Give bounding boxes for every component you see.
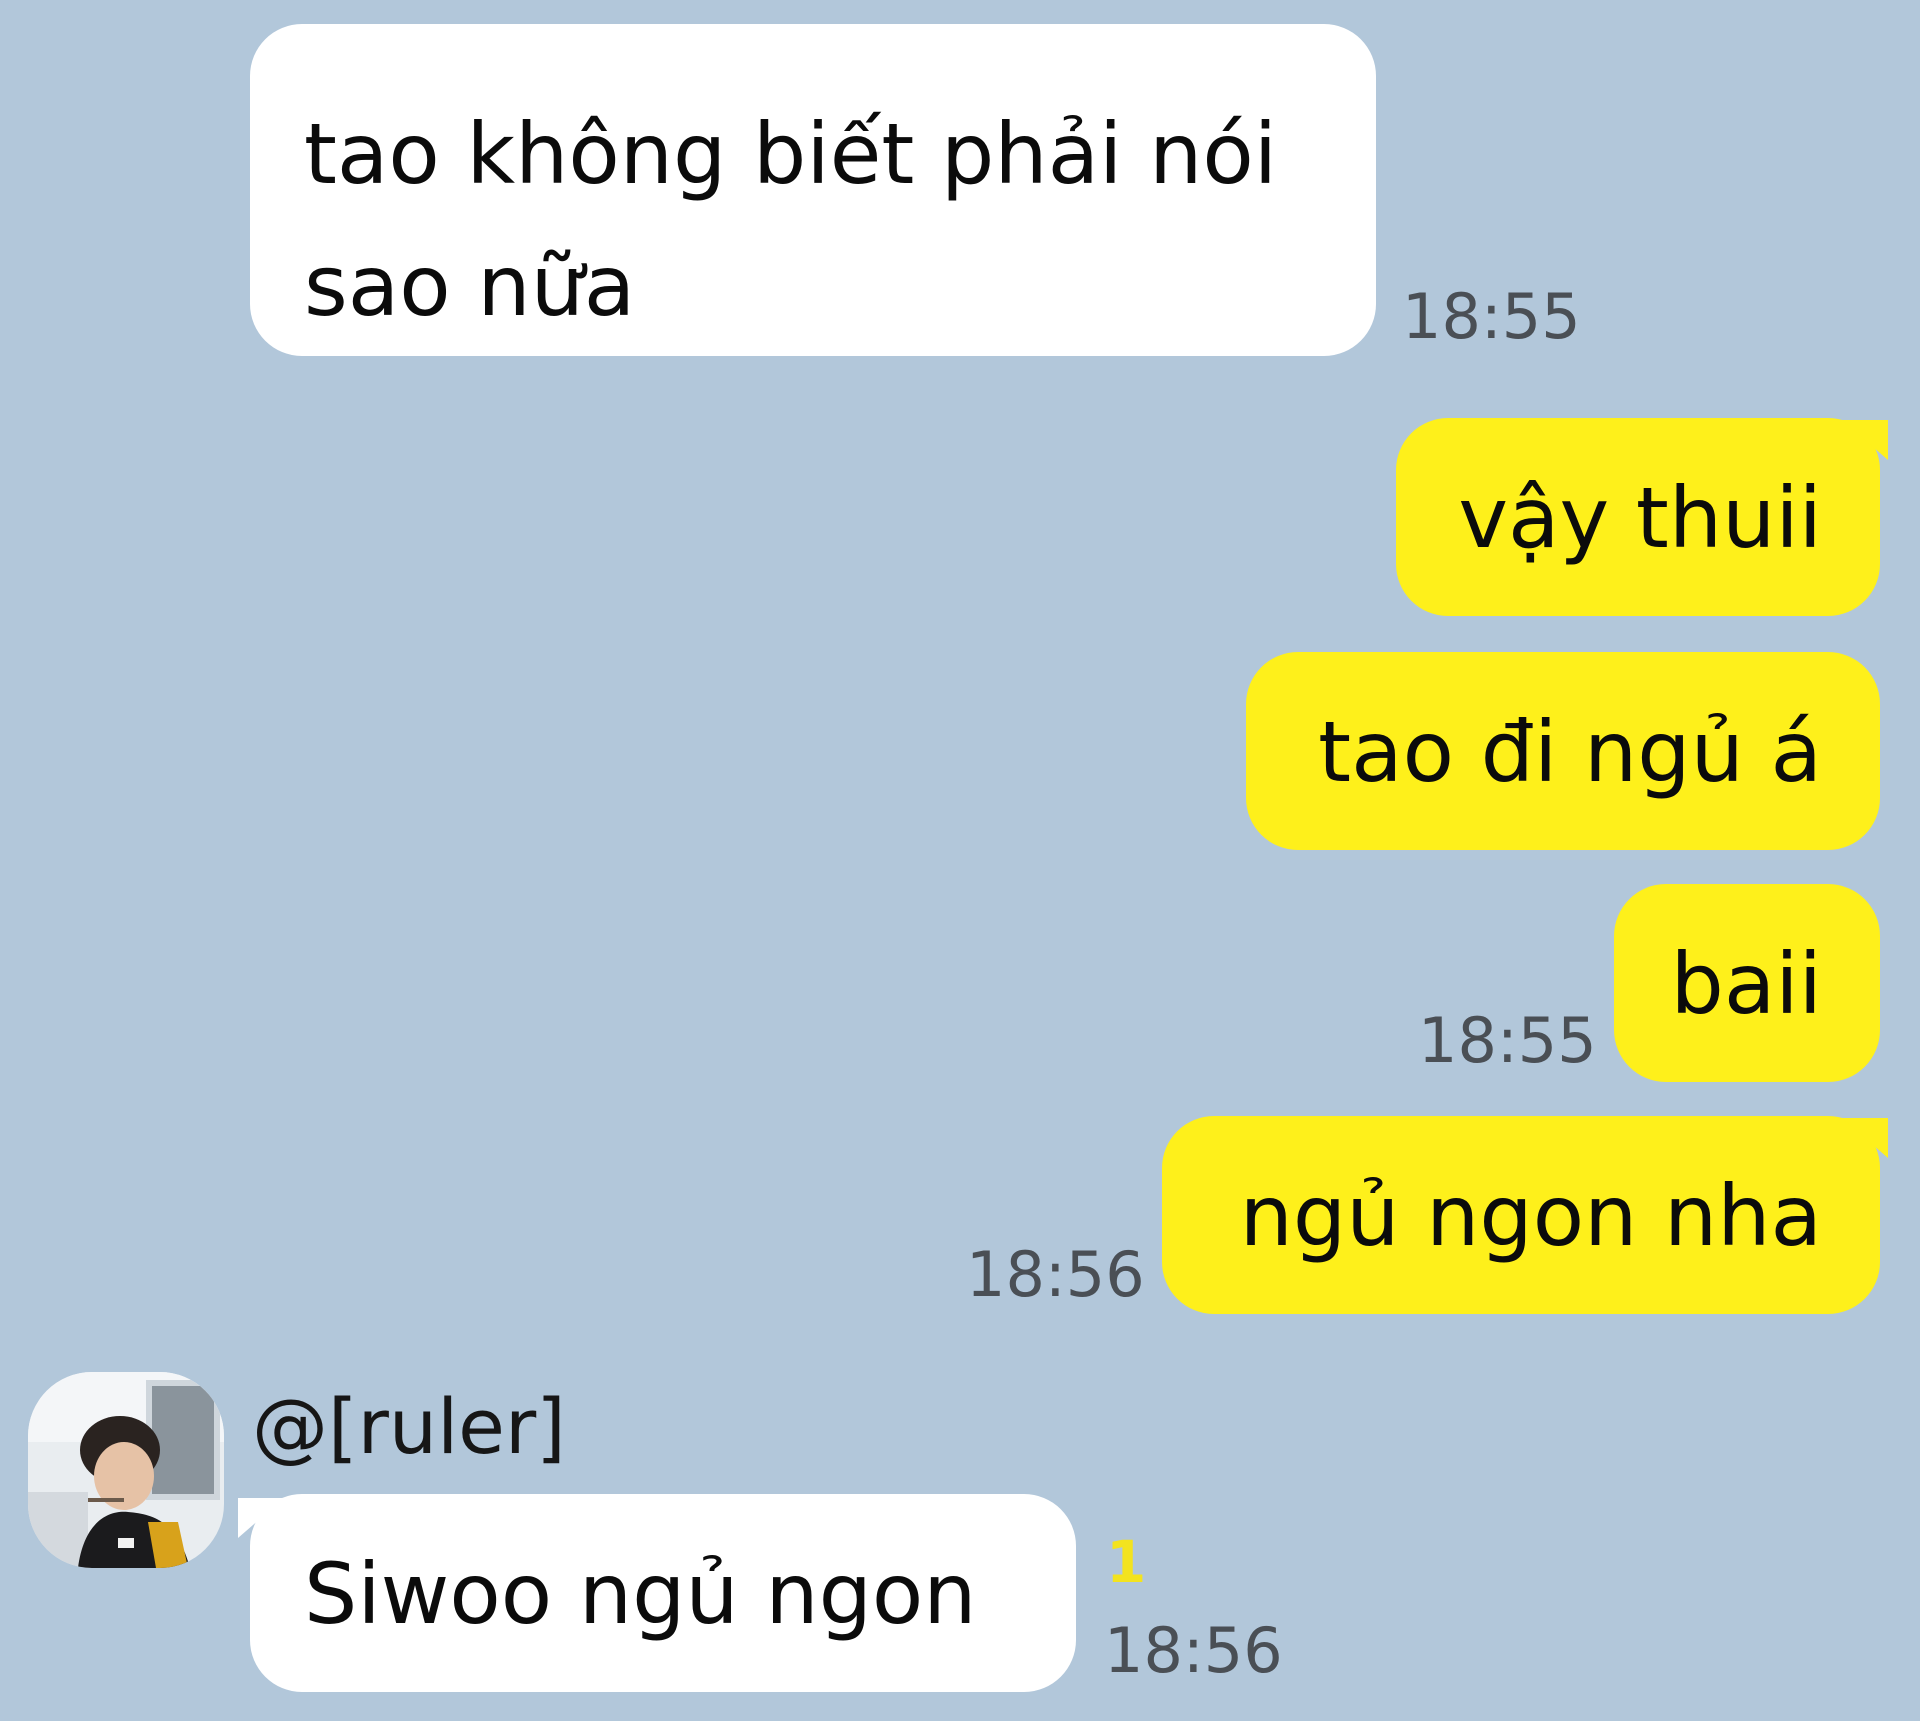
outgoing-message-bubble[interactable]: baii [1614, 884, 1880, 1082]
message-timestamp: 18:56 [1104, 1614, 1283, 1687]
message-text: vậy thuii [1458, 469, 1822, 567]
unread-count: 1 [1106, 1528, 1147, 1596]
message-text: baii [1670, 935, 1822, 1033]
outgoing-message-bubble[interactable]: tao đi ngủ á [1246, 652, 1880, 850]
incoming-message-bubble[interactable]: tao không biết phải nói sao nữa [250, 24, 1376, 356]
avatar[interactable] [28, 1372, 224, 1568]
outgoing-message-bubble[interactable]: ngủ ngon nha [1162, 1116, 1880, 1314]
profile-photo-icon [28, 1372, 224, 1568]
message-timestamp: 18:55 [1402, 280, 1581, 353]
outgoing-message-bubble[interactable]: vậy thuii [1396, 418, 1880, 616]
message-text: tao đi ngủ á [1318, 703, 1822, 801]
message-timestamp: 18:56 [966, 1238, 1145, 1311]
sender-name[interactable]: @[ruler] [252, 1382, 566, 1472]
chat-room: tao không biết phải nói sao nữa 18:55 vậ… [0, 0, 1920, 1721]
message-line: sao nữa [304, 237, 636, 335]
message-line: tao không biết phải nói [304, 105, 1278, 203]
message-text: ngủ ngon nha [1239, 1167, 1822, 1265]
message-text: Siwoo ngủ ngon [304, 1545, 977, 1643]
incoming-message-bubble[interactable]: Siwoo ngủ ngon [250, 1494, 1076, 1692]
message-timestamp: 18:55 [1418, 1004, 1597, 1077]
